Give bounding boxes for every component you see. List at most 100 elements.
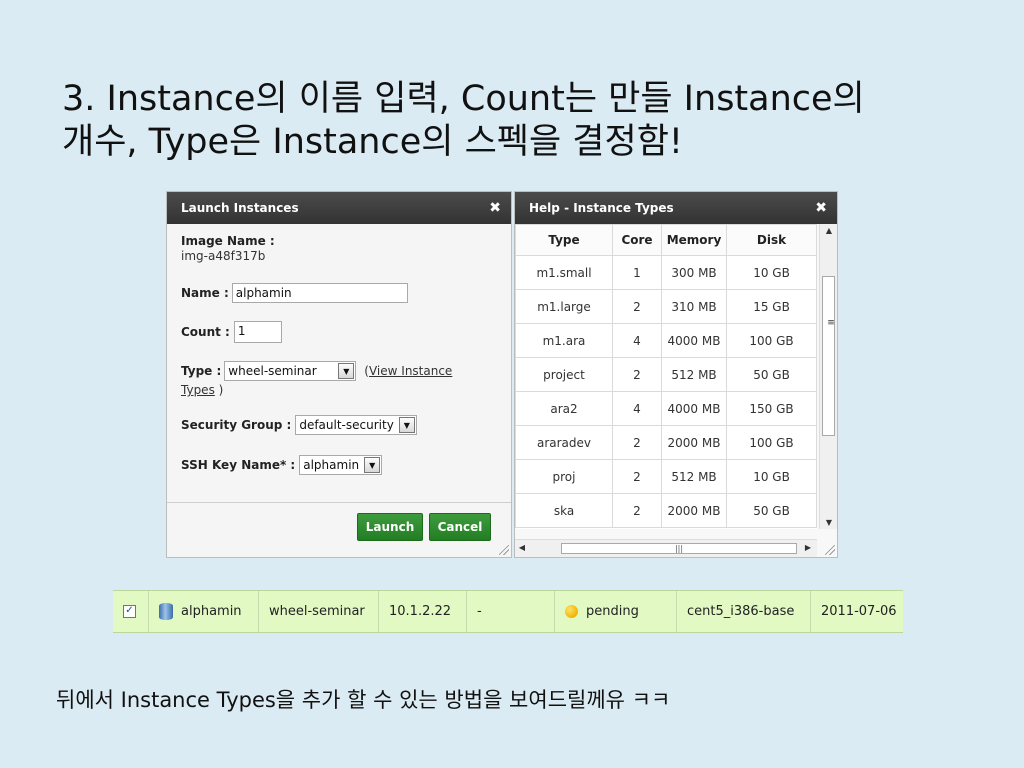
table-row[interactable]: m1.large 2 310 MB 15 GB <box>515 289 817 324</box>
scroll-up-icon[interactable]: ▲ <box>820 226 838 235</box>
image-name-label: Image Name : <box>181 234 275 248</box>
resize-grip-icon[interactable] <box>499 545 509 555</box>
image-name-value: img-a48f317b <box>181 249 266 263</box>
count-row: Count : 1 <box>181 321 497 343</box>
cell-core: 1 <box>612 255 662 290</box>
view-instance-types-link[interactable]: View Instance <box>369 364 452 378</box>
launch-dialog-footer: Launch Cancel <box>167 502 511 557</box>
view-instance-types-link-2[interactable]: Types <box>181 383 215 397</box>
resize-grip-icon[interactable] <box>825 545 835 555</box>
cell-memory: 2000 MB <box>661 493 727 528</box>
cell-disk: 100 GB <box>726 425 817 460</box>
cell-type: ska <box>515 493 613 528</box>
cell-memory: 2000 MB <box>661 425 727 460</box>
security-group-value: default-security <box>299 418 394 432</box>
close-icon[interactable]: ✖ <box>815 201 827 215</box>
table-row[interactable]: ska 2 2000 MB 50 GB <box>515 493 817 528</box>
cell-type: project <box>515 357 613 392</box>
horizontal-scrollbar-thumb[interactable]: ||| <box>561 543 797 554</box>
count-input[interactable]: 1 <box>233 321 282 343</box>
cell-core: 4 <box>612 391 662 426</box>
instance-ip-cell: 10.1.2.22 <box>379 591 467 632</box>
vertical-scrollbar[interactable]: ▲ ≡ ▼ <box>819 224 837 529</box>
launch-dialog-header: Launch Instances ✖ <box>167 192 511 224</box>
scroll-right-icon[interactable]: ▶ <box>803 543 813 552</box>
cancel-button[interactable]: Cancel <box>429 513 491 541</box>
instance-types-grid: Type Core Memory Disk m1.small 1 300 MB 10 … <box>515 224 817 529</box>
cell-memory: 512 MB <box>661 357 727 392</box>
table-row[interactable]: m1.ara 4 4000 MB 100 GB <box>515 323 817 358</box>
launch-form: Image Name : img-a48f317b Name : alphami… <box>167 224 511 475</box>
launch-button[interactable]: Launch <box>357 513 423 541</box>
instance-image-cell: cent5_i386-base <box>677 591 811 632</box>
cell-disk: 50 GB <box>726 357 817 392</box>
slide-title-line1: 3. Instance의 이름 입력, Count는 만들 Instance의 <box>62 79 865 119</box>
table-row[interactable]: project 2 512 MB 50 GB <box>515 357 817 392</box>
scrollbar-thumb[interactable] <box>822 276 835 436</box>
cell-type: ara2 <box>515 391 613 426</box>
ssh-key-row: SSH Key Name* : alphamin ▼ <box>181 455 497 475</box>
cell-type: m1.large <box>515 289 613 324</box>
instance-name-cell: alphamin <box>149 591 259 632</box>
view-types-line2: Types ) <box>181 383 497 397</box>
cell-disk: 150 GB <box>726 391 817 426</box>
security-group-label: Security Group : <box>181 418 292 432</box>
launch-instances-dialog: Launch Instances ✖ Image Name : img-a48f… <box>166 191 512 558</box>
ssh-key-label: SSH Key Name* : <box>181 458 296 472</box>
cell-disk: 50 GB <box>726 493 817 528</box>
cell-type: m1.ara <box>515 323 613 358</box>
cell-disk: 15 GB <box>726 289 817 324</box>
cell-memory: 310 MB <box>661 289 727 324</box>
name-label: Name : <box>181 286 229 300</box>
scroll-left-icon[interactable]: ◀ <box>517 543 527 552</box>
cell-core: 2 <box>612 459 662 494</box>
help-instance-types-dialog: Help - Instance Types ✖ Type Core Memory… <box>514 191 838 558</box>
close-icon[interactable]: ✖ <box>489 201 501 215</box>
security-group-select[interactable]: default-security ▼ <box>295 415 417 435</box>
table-row[interactable]: araradev 2 2000 MB 100 GB <box>515 425 817 460</box>
pending-status-icon <box>565 605 578 618</box>
column-header-disk: Disk <box>726 224 817 256</box>
cell-core: 2 <box>612 289 662 324</box>
instance-types-table: Type Core Memory Disk m1.small 1 300 MB 10 … <box>515 224 817 528</box>
security-group-row: Security Group : default-security ▼ <box>181 415 497 435</box>
cell-memory: 4000 MB <box>661 391 727 426</box>
instance-name[interactable]: alphamin <box>181 604 242 619</box>
table-header-row: Type Core Memory Disk <box>515 224 817 256</box>
cell-core: 2 <box>612 425 662 460</box>
cell-core: 2 <box>612 357 662 392</box>
type-select[interactable]: wheel-seminar ▼ <box>224 361 357 381</box>
instance-row[interactable]: ✓ alphamin wheel-seminar 10.1.2.22 - pen… <box>113 590 903 633</box>
footer-note: 뒤에서 Instance Types을 추가 할 수 있는 방법을 보여드릴께유… <box>56 688 671 712</box>
scroll-down-icon[interactable]: ▼ <box>820 518 838 527</box>
table-row[interactable]: proj 2 512 MB 10 GB <box>515 459 817 494</box>
row-select-cell: ✓ <box>113 591 149 632</box>
dropdown-arrow-icon[interactable]: ▼ <box>364 457 381 473</box>
instance-extra-cell: - <box>467 591 555 632</box>
cell-core: 4 <box>612 323 662 358</box>
column-header-core: Core <box>612 224 662 256</box>
column-header-memory: Memory <box>661 224 727 256</box>
instance-type-cell: wheel-seminar <box>259 591 379 632</box>
dropdown-arrow-icon[interactable]: ▼ <box>398 417 415 433</box>
cell-type: araradev <box>515 425 613 460</box>
cell-type: proj <box>515 459 613 494</box>
cell-type: m1.small <box>515 255 613 290</box>
table-row[interactable]: ara2 4 4000 MB 150 GB <box>515 391 817 426</box>
instance-status: pending <box>586 604 639 619</box>
name-row: Name : alphamin <box>181 283 497 303</box>
dropdown-arrow-icon[interactable]: ▼ <box>338 363 355 379</box>
cell-disk: 100 GB <box>726 323 817 358</box>
cell-memory: 4000 MB <box>661 323 727 358</box>
scroll-grip-icon: ≡ <box>827 318 835 328</box>
type-row: Type : wheel-seminar ▼ ( View Instance <box>181 361 497 381</box>
database-icon <box>159 603 173 620</box>
column-header-type: Type <box>515 224 613 256</box>
count-label: Count : <box>181 325 230 339</box>
type-label: Type : <box>181 364 222 378</box>
name-input[interactable]: alphamin <box>231 283 408 303</box>
ssh-key-select[interactable]: alphamin ▼ <box>299 455 383 475</box>
checkbox-icon[interactable]: ✓ <box>123 605 136 618</box>
horizontal-scrollbar[interactable]: ◀ ||| ▶ <box>515 539 817 557</box>
table-row[interactable]: m1.small 1 300 MB 10 GB <box>515 255 817 290</box>
